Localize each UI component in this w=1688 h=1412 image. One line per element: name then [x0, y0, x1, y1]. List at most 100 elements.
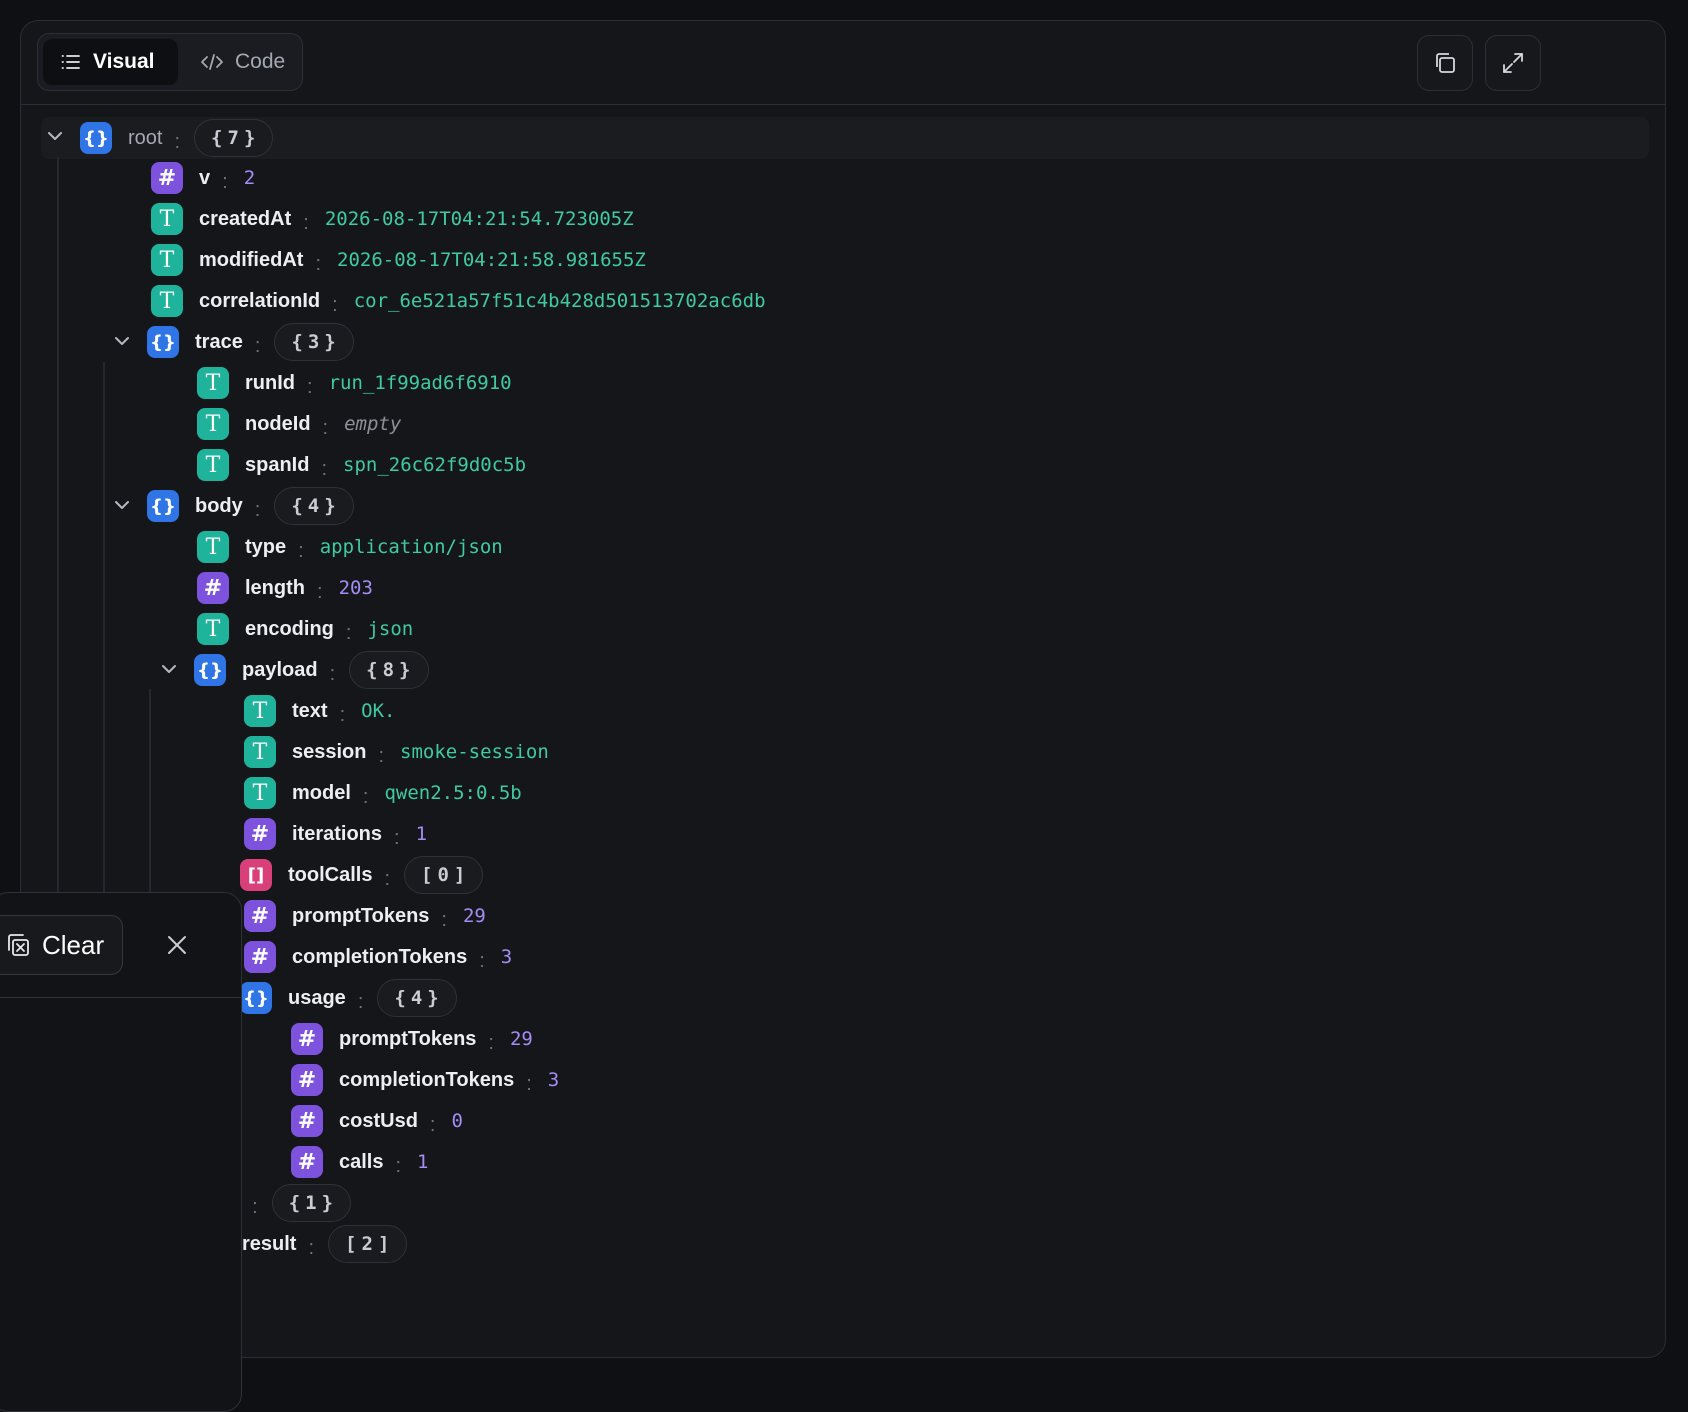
- string-type-icon: T: [197, 531, 229, 563]
- node-value: 2026-08-17T04:21:54.723005Z: [324, 208, 634, 230]
- tree-node-spanId[interactable]: T spanId : spn_26c62f9d0c5b: [197, 447, 526, 483]
- node-key: iterations: [292, 822, 383, 845]
- tree-node-modifiedAt[interactable]: T modifiedAt : 2026-08-17T04:21:58.98165…: [151, 242, 646, 278]
- clear-button[interactable]: Clear: [0, 915, 123, 975]
- node-value: 3: [547, 1069, 560, 1091]
- colon: :: [488, 1031, 494, 1054]
- tree-node-toolCalls[interactable]: [] toolCalls : [0]: [240, 856, 484, 894]
- string-type-icon: T: [151, 203, 183, 235]
- node-key: length: [245, 576, 305, 599]
- colon: :: [526, 1072, 532, 1095]
- chevron-down-icon: [115, 501, 129, 509]
- node-key: payload: [242, 658, 318, 681]
- expand-button[interactable]: [1485, 35, 1541, 91]
- number-type-icon: #: [291, 1105, 323, 1137]
- number-type-icon: #: [151, 162, 183, 194]
- tab-visual-label: Visual: [93, 50, 155, 73]
- colon: :: [345, 621, 352, 644]
- colon: :: [298, 539, 304, 562]
- tree-node-usage[interactable]: {} usage : {4}: [240, 979, 457, 1017]
- tree-node-length[interactable]: # length : 203: [197, 570, 373, 606]
- view-mode-tabs: Visual Code: [37, 33, 303, 91]
- node-key: modifiedAt: [199, 248, 304, 271]
- root-row-highlight: [41, 117, 1649, 159]
- colon: :: [317, 580, 323, 603]
- node-key: calls: [339, 1150, 384, 1173]
- node-value: cor_6e521a57f51c4b428d501513702ac6db: [353, 290, 766, 312]
- object-type-icon: {}: [240, 982, 272, 1014]
- number-type-icon: #: [244, 818, 276, 850]
- tab-code-label: Code: [235, 50, 286, 73]
- tree-node-root[interactable]: {} root : {7}: [80, 119, 274, 157]
- object-type-icon: {}: [147, 490, 179, 522]
- tree-node-createdAt[interactable]: T createdAt : 2026-08-17T04:21:54.723005…: [151, 201, 634, 237]
- node-key: type: [245, 535, 287, 558]
- chevron-down-icon: [48, 132, 62, 140]
- tree-node-trace[interactable]: {} trace : {3}: [147, 323, 354, 361]
- tree-node-usage-promptTokens[interactable]: # promptTokens : 29: [291, 1021, 533, 1057]
- string-type-icon: T: [244, 736, 276, 768]
- collapse-payload-toggle[interactable]: [159, 659, 179, 679]
- tree-node-completionTokens[interactable]: # completionTokens : 3: [244, 939, 512, 975]
- tree-node-iterations[interactable]: # iterations : 1: [244, 816, 427, 852]
- tree-node-encoding[interactable]: T encoding : json: [197, 611, 413, 647]
- tree-node-runId[interactable]: T runId : run_1f99ad6f6910: [197, 365, 512, 401]
- code-icon: [201, 54, 223, 70]
- colon: :: [384, 867, 391, 890]
- tree-node-body[interactable]: {} body : {4}: [147, 487, 354, 525]
- tree-node-calls[interactable]: # calls : 1: [291, 1144, 429, 1180]
- string-type-icon: T: [197, 613, 229, 645]
- node-value: OK.: [361, 700, 396, 722]
- node-key: promptTokens: [292, 904, 430, 927]
- colon: :: [429, 1113, 436, 1136]
- json-viewer-panel: Visual Code {} root: {7} # v: 2 T cr…: [20, 20, 1666, 1358]
- node-value: 1: [417, 1151, 429, 1173]
- tab-code[interactable]: Code: [183, 39, 298, 85]
- node-key: completionTokens: [292, 945, 468, 968]
- node-value: smoke-session: [400, 741, 549, 763]
- close-button[interactable]: [161, 929, 193, 961]
- tree-node-correlationId[interactable]: T correlationId : cor_6e521a57f51c4b428d…: [151, 283, 766, 319]
- collapse-root-toggle[interactable]: [45, 126, 65, 146]
- node-key: result: [242, 1232, 297, 1255]
- string-type-icon: T: [197, 408, 229, 440]
- tree-node-payload[interactable]: {} payload : {8}: [194, 651, 429, 689]
- tree-node-model[interactable]: T model : qwen2.5:0.5b: [244, 775, 522, 811]
- colon: :: [252, 1195, 258, 1218]
- tree-node-usage-completionTokens[interactable]: # completionTokens : 3: [291, 1062, 559, 1098]
- child-count-badge: {1}: [271, 1184, 352, 1222]
- list-icon: [61, 55, 80, 69]
- node-key: costUsd: [339, 1109, 418, 1132]
- copy-icon: [1436, 53, 1455, 73]
- colon: :: [441, 908, 447, 931]
- child-count-badge: {3}: [274, 323, 354, 361]
- string-type-icon: T: [197, 367, 229, 399]
- tree-node-text[interactable]: T text : OK.: [244, 693, 395, 729]
- colon: :: [222, 170, 228, 193]
- array-type-icon: []: [240, 859, 272, 891]
- tree-node-promptTokens[interactable]: # promptTokens : 29: [244, 898, 486, 934]
- tree-node-costUsd[interactable]: # costUsd : 0: [291, 1103, 463, 1139]
- tree-node-session[interactable]: T session : smoke-session: [244, 734, 549, 770]
- tree-node-nodeId[interactable]: T nodeId : empty: [197, 406, 401, 442]
- node-key: toolCalls: [288, 863, 373, 886]
- tab-visual[interactable]: Visual: [43, 39, 178, 85]
- object-type-icon: {}: [194, 654, 226, 686]
- node-value: empty: [344, 413, 402, 435]
- viewer-toolbar: Visual Code: [21, 21, 1665, 105]
- string-type-icon: T: [151, 244, 183, 276]
- node-key: spanId: [245, 453, 310, 476]
- node-key: createdAt: [199, 207, 292, 230]
- copy-button[interactable]: [1417, 35, 1473, 91]
- number-type-icon: #: [244, 941, 276, 973]
- tree-node-v[interactable]: # v : 2: [151, 160, 255, 196]
- collapse-trace-toggle[interactable]: [112, 331, 132, 351]
- child-count-badge: {8}: [349, 651, 429, 689]
- node-value: spn_26c62f9d0c5b: [343, 454, 527, 476]
- number-type-icon: #: [197, 572, 229, 604]
- tree-node-type[interactable]: T type : application/json: [197, 529, 503, 565]
- collapse-body-toggle[interactable]: [112, 495, 132, 515]
- expand-icon: [1503, 53, 1523, 73]
- divider: [0, 997, 241, 998]
- colon: :: [378, 744, 385, 767]
